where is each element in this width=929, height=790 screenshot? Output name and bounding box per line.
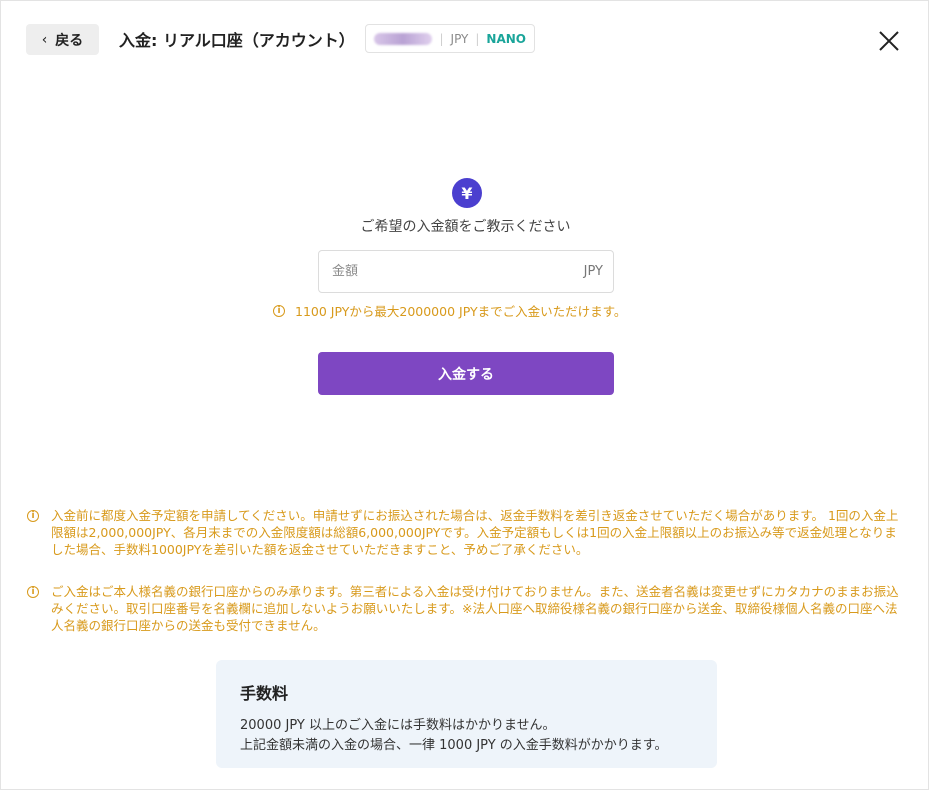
back-button[interactable]: ‹ 戻る [26,24,99,55]
deposit-submit-button[interactable]: 入金する [318,352,614,395]
fee-card: 手数料 20000 JPY 以上のご入金には手数料はかかりません。 上記金額未満… [216,660,717,768]
account-number-redacted [374,32,433,45]
account-holder-notice-text: ご入金はご本人様名義の銀行口座からのみ承ります。第三者による入金は受け付けており… [51,584,899,633]
account-type-badge: NANO [486,31,526,46]
deposit-limit-hint: i 1100 JPYから最大2000000 JPYまでご入金いただけます。 [273,301,626,320]
amount-field[interactable]: JPY [318,250,614,293]
fee-line-free: 20000 JPY 以上のご入金には手数料はかかりません。 [240,718,556,733]
info-icon: i [27,510,39,522]
deposit-dialog: ‹ 戻る 入金: リアル口座（アカウント） | JPY | NANO ¥ ご希望… [0,0,929,790]
account-selector[interactable]: | JPY | NANO [365,24,535,53]
separator: | [439,31,444,46]
separator: | [475,31,480,46]
close-icon [879,31,899,51]
account-holder-notice: i ご入金はご本人様名義の銀行口座からのみ承ります。第三者による入金は受け付けて… [27,583,902,634]
fee-title: 手数料 [240,684,289,703]
close-button[interactable] [875,27,903,55]
fee-line-charge: 上記金額未満の入金の場合、一律 1000 JPY の入金手数料がかかります。 [240,738,668,753]
back-button-label: 戻る [55,32,84,49]
amount-input[interactable] [330,263,584,280]
deposit-notice: i 入金前に都度入金予定額を申請してください。申請せずにお振込された場合は、返金… [27,507,902,558]
info-icon: i [27,586,39,598]
dialog-title: 入金: リアル口座（アカウント） [119,31,355,50]
chevron-left-icon: ‹ [41,31,48,48]
deposit-prompt: ご希望の入金額をご教示ください [360,219,571,235]
deposit-notice-text: 入金前に都度入金予定額を申請してください。申請せずにお振込された場合は、返金手数… [51,508,899,557]
account-currency: JPY [450,31,469,46]
deposit-limit-text: 1100 JPYから最大2000000 JPYまでご入金いただけます。 [295,304,627,319]
yen-icon: ¥ [452,178,482,208]
info-icon: i [273,304,285,317]
amount-unit: JPY [583,264,603,279]
